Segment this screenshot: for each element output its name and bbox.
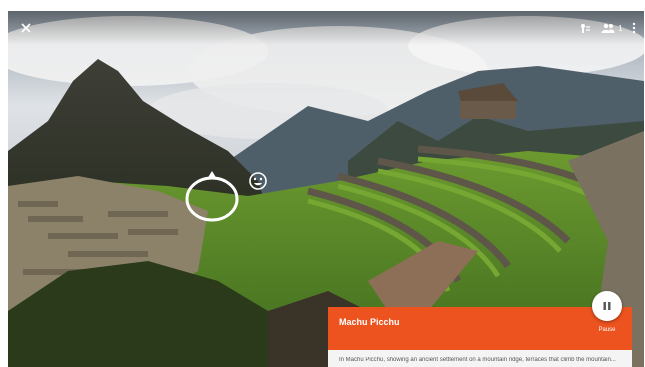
people-icon xyxy=(601,23,615,33)
pause-button[interactable] xyxy=(592,291,622,321)
info-card[interactable]: Machu Picchu In Machu Picchu, showing an… xyxy=(328,307,632,367)
info-card-header: Machu Picchu xyxy=(328,307,632,350)
pause-label: Pause xyxy=(598,327,616,333)
pause-icon xyxy=(603,302,611,310)
participant-count: 1 xyxy=(618,23,623,33)
close-icon xyxy=(21,23,31,33)
navigation-ring-icon[interactable] xyxy=(184,171,240,223)
info-card-body: In Machu Picchu, showing an ancient sett… xyxy=(339,357,616,363)
smiley-icon[interactable] xyxy=(248,171,268,191)
more-vert-icon xyxy=(632,22,636,34)
close-button[interactable] xyxy=(16,18,36,38)
tour-icon xyxy=(581,24,590,33)
more-options-button[interactable] xyxy=(628,19,640,37)
panorama-viewer[interactable]: 1 Machu Picchu In Machu Picchu, showing … xyxy=(8,11,644,367)
pause-control[interactable]: Pause xyxy=(591,291,623,337)
top-toolbar xyxy=(8,11,644,45)
participants-button[interactable]: 1 xyxy=(599,19,625,37)
tour-button[interactable] xyxy=(576,19,594,37)
info-card-title: Machu Picchu xyxy=(339,317,400,327)
